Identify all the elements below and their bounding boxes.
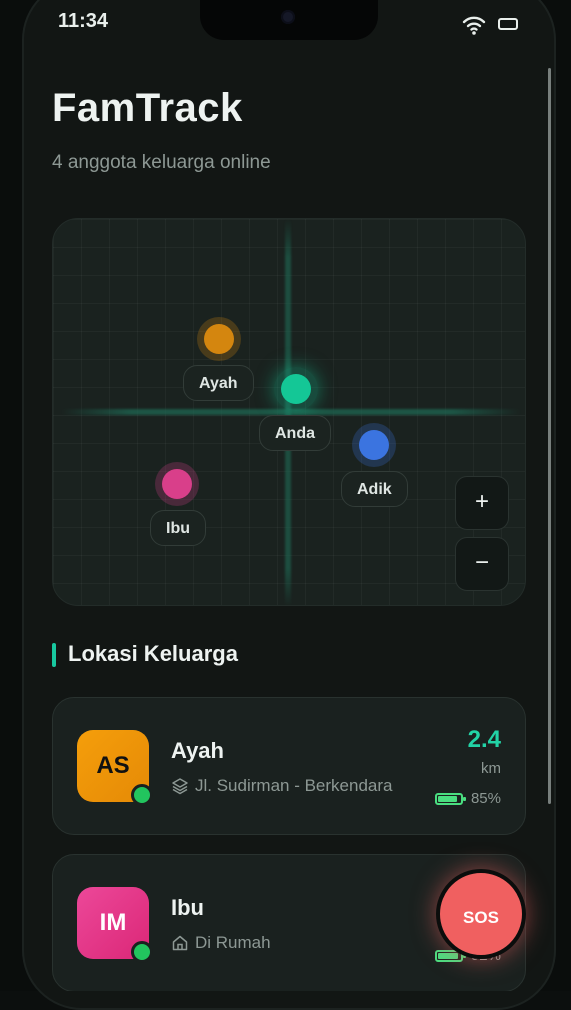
member-name: Ibu — [171, 895, 204, 920]
battery-status-icon — [498, 18, 518, 30]
battery-percent: 85% — [470, 790, 501, 807]
zoom-in-button[interactable]: + — [455, 476, 509, 530]
sos-button[interactable]: SOS — [436, 869, 526, 959]
zoom-out-button[interactable]: − — [455, 537, 509, 591]
camera-icon — [281, 10, 295, 24]
dynamic-island — [200, 0, 378, 40]
map-pin-ayah[interactable] — [204, 324, 234, 354]
online-count-subtitle: 4 anggota keluarga online — [52, 152, 271, 173]
online-status-dot — [131, 941, 153, 963]
home-icon — [172, 935, 188, 951]
scrollbar[interactable] — [548, 68, 551, 804]
member-distance: 2.4 — [467, 726, 501, 753]
phone: 11:34 FamTrack 4 anggota keluarga online… — [0, 0, 571, 1010]
map-pin-label-ibu[interactable]: Ibu — [150, 510, 206, 546]
status-time: 11:34 — [58, 10, 109, 32]
member-location-text: Jl. Sudirman - Berkendara — [195, 776, 393, 795]
app-title: FamTrack — [52, 86, 243, 130]
wifi-icon — [462, 16, 486, 35]
member-name: Ayah — [171, 738, 224, 763]
distance-unit: km — [481, 760, 501, 777]
battery-fill — [437, 795, 457, 802]
map-pin-label-adik[interactable]: Adik — [341, 471, 408, 507]
map-pin-adik[interactable] — [359, 430, 389, 460]
member-card-ayah[interactable]: AS Ayah Jl. Sudirman - Berkendara 2.4 km… — [52, 697, 526, 835]
family-map[interactable]: Ayah Anda Adik Ibu + − — [52, 218, 526, 606]
online-status-dot — [131, 784, 153, 806]
map-pin-label-ayah[interactable]: Ayah — [183, 365, 254, 401]
member-location: Di Rumah — [171, 933, 271, 953]
member-battery: 85% — [434, 790, 501, 807]
battery-fill — [437, 952, 459, 959]
map-pin-ibu[interactable] — [162, 469, 192, 499]
member-location-text: Di Rumah — [195, 933, 271, 952]
layers-icon — [172, 778, 188, 795]
section-title: Lokasi Keluarga — [68, 641, 238, 666]
app-screen: 11:34 FamTrack 4 anggota keluarga online… — [0, 0, 571, 991]
map-pin-label-anda[interactable]: Anda — [259, 415, 331, 451]
section-accent-bar — [52, 643, 56, 667]
map-road-vertical — [285, 219, 291, 605]
battery-icon — [434, 792, 466, 805]
member-location: Jl. Sudirman - Berkendara — [171, 776, 392, 796]
map-pin-anda[interactable] — [281, 374, 311, 404]
